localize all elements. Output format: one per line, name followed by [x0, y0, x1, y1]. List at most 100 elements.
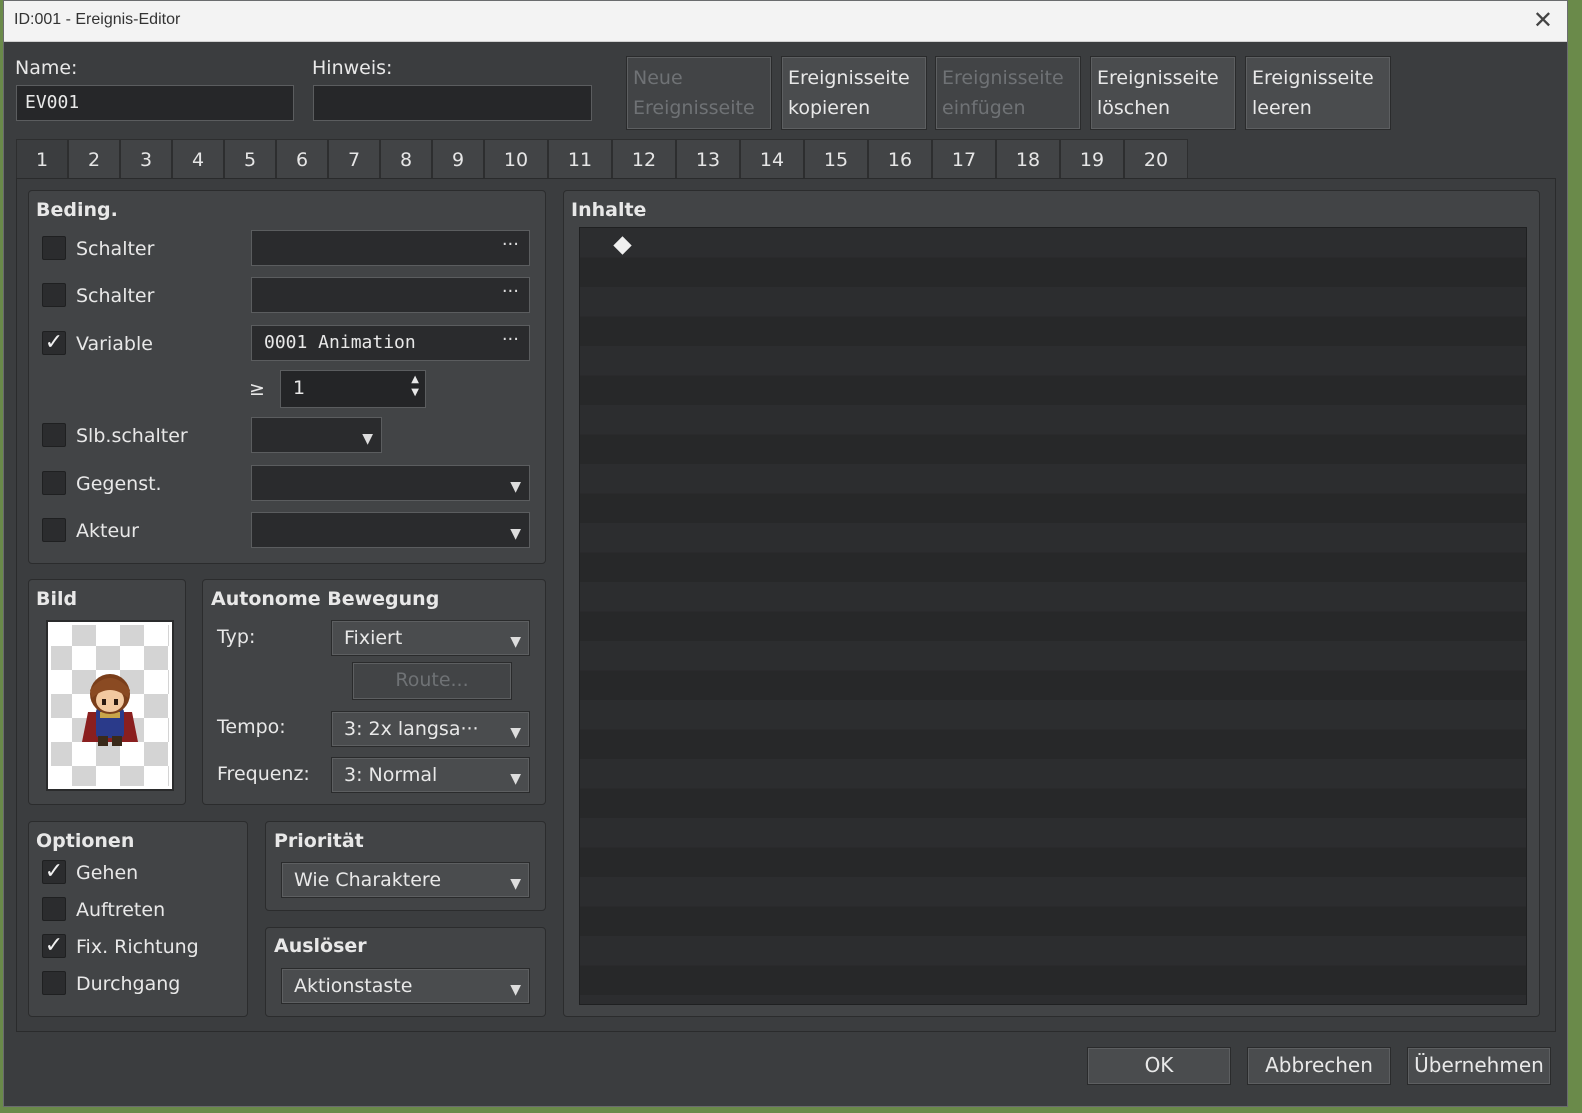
route-button[interactable]: Route... — [352, 662, 512, 700]
tab-7[interactable]: 7 — [328, 139, 380, 179]
tab-17[interactable]: 17 — [932, 139, 996, 179]
chevron-down-icon: ▼ — [510, 526, 521, 542]
conditions-title: Beding. — [36, 199, 118, 221]
tab-12[interactable]: 12 — [612, 139, 676, 179]
tab-6[interactable]: 6 — [276, 139, 328, 179]
switch2-label: Schalter — [76, 285, 155, 307]
trigger-value: Aktionstaste — [294, 975, 413, 997]
walking-label: Gehen — [76, 862, 139, 884]
variable-value: 0001 Animation — [264, 332, 416, 353]
movement-freq-value: 3: Normal — [344, 764, 438, 786]
self-switch-label: Slb.schalter — [76, 425, 188, 447]
switch2-browse-icon[interactable]: ··· — [502, 279, 519, 305]
priority-select[interactable]: Wie Charaktere ▼ — [281, 862, 530, 898]
stepping-checkbox[interactable] — [42, 897, 66, 921]
variable-browse-icon[interactable]: ··· — [502, 327, 519, 353]
note-input[interactable] — [313, 85, 592, 121]
chevron-down-icon: ▼ — [362, 431, 373, 447]
chevron-down-icon: ▼ — [510, 479, 521, 495]
actor-label: Akteur — [76, 520, 139, 542]
movement-speed-label: Tempo: — [217, 716, 286, 738]
new-page-button-line1: Neue — [633, 67, 683, 89]
spin-down-icon[interactable]: ▼ — [411, 386, 419, 399]
variable-label: Variable — [76, 333, 153, 355]
item-checkbox[interactable] — [42, 471, 66, 495]
tab-8[interactable]: 8 — [380, 139, 432, 179]
item-label: Gegenst. — [76, 473, 162, 495]
copy-page-button[interactable]: Ereignisseite kopieren — [781, 56, 927, 130]
title-bar: ID:001 - Ereignis-Editor ✕ — [4, 1, 1567, 42]
movement-type-select[interactable]: Fixiert ▼ — [331, 620, 530, 656]
tab-20[interactable]: 20 — [1124, 139, 1188, 179]
tab-18[interactable]: 18 — [996, 139, 1060, 179]
movement-freq-select[interactable]: 3: Normal ▼ — [331, 757, 530, 793]
clear-page-button[interactable]: Ereignisseite leeren — [1245, 56, 1391, 130]
ok-button[interactable]: OK — [1087, 1047, 1231, 1085]
tab-14[interactable]: 14 — [740, 139, 804, 179]
command-marker-icon[interactable] — [613, 236, 632, 255]
options-title: Optionen — [36, 830, 135, 852]
direction-fix-checkbox[interactable]: ✓ — [42, 934, 66, 958]
spin-up-icon[interactable]: ▲ — [411, 373, 419, 386]
name-input[interactable]: EV001 — [16, 85, 294, 121]
tab-5[interactable]: 5 — [224, 139, 276, 179]
variable-checkbox[interactable]: ✓ — [42, 331, 66, 355]
switch1-select[interactable]: ··· — [251, 230, 530, 266]
tab-1[interactable]: 1 — [16, 139, 68, 179]
character-sprite-icon — [82, 674, 138, 746]
character-image[interactable] — [46, 620, 174, 791]
tab-16[interactable]: 16 — [868, 139, 932, 179]
variable-select[interactable]: 0001 Animation ··· — [251, 325, 530, 361]
walking-checkbox[interactable]: ✓ — [42, 860, 66, 884]
switch1-checkbox[interactable] — [42, 236, 66, 260]
tab-19[interactable]: 19 — [1060, 139, 1124, 179]
spinner-arrows-icon[interactable]: ▲ ▼ — [411, 373, 419, 399]
cancel-button[interactable]: Abbrechen — [1247, 1047, 1391, 1085]
switch2-select[interactable]: ··· — [251, 277, 530, 313]
actor-checkbox[interactable] — [42, 518, 66, 542]
actor-select[interactable]: ▼ — [251, 512, 530, 548]
variable-compare-value: 1 — [293, 377, 306, 399]
clear-page-button-line2: leeren — [1252, 97, 1312, 119]
switch1-label: Schalter — [76, 238, 155, 260]
chevron-down-icon: ▼ — [510, 771, 521, 787]
movement-title: Autonome Bewegung — [211, 588, 440, 610]
paste-page-button-line1: Ereignisseite — [942, 67, 1064, 89]
tab-11[interactable]: 11 — [548, 139, 612, 179]
event-command-list[interactable] — [579, 227, 1527, 1005]
tab-13[interactable]: 13 — [676, 139, 740, 179]
paste-page-button[interactable]: Ereignisseite einfügen — [935, 56, 1081, 130]
trigger-select[interactable]: Aktionstaste ▼ — [281, 968, 530, 1004]
window-title: ID:001 - Ereignis-Editor — [14, 11, 181, 28]
trigger-title: Auslöser — [274, 935, 367, 957]
through-checkbox[interactable] — [42, 971, 66, 995]
self-switch-checkbox[interactable] — [42, 423, 66, 447]
name-label: Name: — [15, 57, 78, 79]
movement-type-value: Fixiert — [344, 627, 403, 649]
priority-title: Priorität — [274, 830, 364, 852]
chevron-down-icon: ▼ — [510, 876, 521, 892]
checkmark-icon: ✓ — [44, 859, 64, 884]
tab-4[interactable]: 4 — [172, 139, 224, 179]
movement-type-label: Typ: — [217, 626, 256, 648]
item-select[interactable]: ▼ — [251, 465, 530, 501]
new-page-button[interactable]: Neue Ereignisseite — [626, 56, 772, 130]
movement-speed-select[interactable]: 3: 2x langsa··· ▼ — [331, 711, 530, 747]
switch2-checkbox[interactable] — [42, 283, 66, 307]
tab-2[interactable]: 2 — [68, 139, 120, 179]
copy-page-button-line2: kopieren — [788, 97, 871, 119]
tab-15[interactable]: 15 — [804, 139, 868, 179]
apply-button[interactable]: Übernehmen — [1407, 1047, 1551, 1085]
tab-10[interactable]: 10 — [484, 139, 548, 179]
movement-speed-value: 3: 2x langsa··· — [344, 718, 479, 740]
variable-operator: ≥ — [249, 378, 265, 400]
self-switch-select[interactable]: ▼ — [251, 417, 382, 453]
note-label: Hinweis: — [312, 57, 393, 79]
delete-page-button[interactable]: Ereignisseite löschen — [1090, 56, 1236, 130]
variable-value-spinner[interactable]: 1 ▲ ▼ — [280, 370, 426, 408]
switch1-browse-icon[interactable]: ··· — [502, 232, 519, 258]
tab-3[interactable]: 3 — [120, 139, 172, 179]
close-icon[interactable]: ✕ — [1533, 6, 1553, 34]
new-page-button-line2: Ereignisseite — [633, 97, 755, 119]
tab-9[interactable]: 9 — [432, 139, 484, 179]
